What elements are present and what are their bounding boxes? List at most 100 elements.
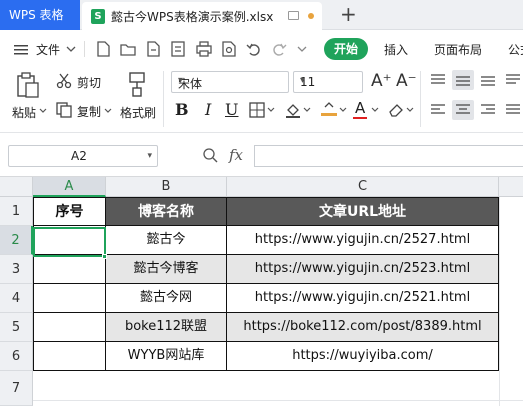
divider bbox=[163, 71, 164, 127]
undo-icon[interactable] bbox=[246, 41, 262, 57]
table-cell[interactable] bbox=[33, 284, 106, 313]
select-all-corner[interactable] bbox=[0, 177, 33, 197]
wrap-text-icon[interactable] bbox=[506, 74, 520, 86]
name-box[interactable]: A2 ▾ bbox=[8, 145, 158, 167]
paste-chevron-icon[interactable] bbox=[39, 108, 47, 114]
table-cell[interactable]: 懿古今网 bbox=[106, 284, 227, 313]
window-icon[interactable] bbox=[288, 11, 299, 20]
align-middle-icon[interactable] bbox=[456, 74, 470, 86]
row-header-2[interactable]: 2 bbox=[0, 226, 33, 255]
table-cell[interactable]: WYYB网站库 bbox=[106, 342, 227, 371]
new-file-icon[interactable] bbox=[96, 41, 110, 57]
table-cell[interactable]: boke112联盟 bbox=[106, 313, 227, 342]
table-cell[interactable]: https://www.yigujin.cn/2523.html bbox=[227, 255, 499, 284]
gridline bbox=[499, 197, 500, 406]
copy-icon[interactable] bbox=[56, 102, 72, 118]
chevron-down-icon: ▾ bbox=[178, 75, 184, 86]
row-header-4[interactable]: 4 bbox=[0, 284, 33, 313]
fill-chevron-icon[interactable] bbox=[303, 107, 311, 113]
align-center-icon[interactable] bbox=[456, 104, 470, 116]
chevron-down-icon[interactable] bbox=[66, 45, 76, 53]
table-cell[interactable] bbox=[33, 255, 106, 284]
increase-font-size-icon[interactable]: A⁺ bbox=[371, 71, 392, 91]
tab-page-layout[interactable]: 页面布局 bbox=[434, 41, 482, 58]
fill-handle[interactable] bbox=[102, 254, 107, 259]
copy-chevron-icon[interactable] bbox=[104, 108, 112, 114]
column-header-a[interactable]: A bbox=[33, 177, 106, 197]
font-color-chevron-icon[interactable] bbox=[371, 107, 379, 113]
tab-home[interactable]: 开始 bbox=[324, 38, 368, 60]
fill-color-icon[interactable] bbox=[285, 102, 301, 118]
formula-input[interactable] bbox=[254, 145, 523, 167]
borders-chevron-icon[interactable] bbox=[267, 107, 275, 113]
chevron-down-icon: ▾ bbox=[147, 151, 152, 161]
header-cell[interactable]: 博客名称 bbox=[106, 197, 227, 226]
table-cell[interactable]: https://boke112.com/post/8389.html bbox=[227, 313, 499, 342]
cell-style-chevron-icon[interactable] bbox=[339, 107, 347, 113]
justify-icon[interactable] bbox=[506, 104, 520, 116]
align-left-icon[interactable] bbox=[431, 104, 445, 116]
row-header-5[interactable]: 5 bbox=[0, 313, 33, 342]
borders-icon[interactable] bbox=[249, 102, 265, 118]
font-color-swatch bbox=[353, 117, 367, 119]
row-header-6[interactable]: 6 bbox=[0, 342, 33, 371]
tab-insert[interactable]: 插入 bbox=[384, 41, 408, 58]
row-header-7[interactable]: 7 bbox=[0, 371, 33, 406]
tab-formulas[interactable]: 公式 bbox=[508, 41, 523, 58]
font-name-select[interactable]: 宋体 ▾ bbox=[171, 71, 289, 93]
header-cell[interactable]: 文章URL地址 bbox=[227, 197, 499, 226]
hamburger-icon[interactable] bbox=[14, 44, 28, 56]
formula-bar: A2 ▾ fx bbox=[0, 133, 523, 177]
paste-icon[interactable] bbox=[17, 72, 39, 98]
row-header-3[interactable]: 3 bbox=[0, 255, 33, 284]
chevron-down-icon: ▾ bbox=[300, 75, 306, 86]
scissors-icon[interactable] bbox=[56, 73, 72, 89]
active-cell-selection[interactable] bbox=[33, 227, 106, 257]
column-header-b[interactable]: B bbox=[106, 177, 227, 197]
table-cell[interactable]: https://www.yigujin.cn/2521.html bbox=[227, 284, 499, 313]
decrease-font-size-icon[interactable]: A⁻ bbox=[396, 71, 417, 91]
function-icon[interactable]: fx bbox=[229, 146, 243, 164]
export-pdf-icon[interactable] bbox=[170, 41, 186, 57]
eraser-chevron-icon[interactable] bbox=[406, 107, 414, 113]
new-tab-button[interactable]: + bbox=[340, 2, 357, 26]
cell-style-icon[interactable] bbox=[320, 100, 338, 118]
format-painter-icon[interactable] bbox=[128, 72, 146, 98]
row-header-1[interactable]: 1 bbox=[0, 197, 33, 226]
font-size-select[interactable]: 11 ▾ bbox=[293, 71, 363, 93]
save-icon[interactable] bbox=[146, 41, 160, 57]
zoom-icon[interactable] bbox=[202, 147, 218, 163]
unsaved-dot-icon bbox=[308, 13, 314, 19]
open-folder-icon[interactable] bbox=[120, 41, 136, 57]
file-menu[interactable]: 文件 bbox=[36, 41, 60, 58]
table-cell[interactable] bbox=[33, 313, 106, 342]
format-painter-button[interactable]: 格式刷 bbox=[120, 104, 156, 121]
print-preview-icon[interactable] bbox=[221, 41, 237, 57]
document-tab[interactable]: S 懿古今WPS表格演示案例.xlsx bbox=[82, 2, 322, 30]
menu-bar: 文件 开始 插入 页面布局 公式 bbox=[0, 31, 523, 67]
app-tab[interactable]: WPS 表格 bbox=[0, 0, 80, 30]
quick-access-chevron-icon[interactable] bbox=[297, 45, 307, 53]
table-cell[interactable] bbox=[33, 342, 106, 371]
align-right-icon[interactable] bbox=[481, 104, 495, 116]
table-cell[interactable]: https://www.yigujin.cn/2527.html bbox=[227, 226, 499, 255]
column-header-c[interactable]: C bbox=[227, 177, 499, 197]
font-color-icon[interactable]: A bbox=[355, 99, 365, 117]
align-top-icon[interactable] bbox=[431, 74, 445, 86]
column-header-d[interactable] bbox=[499, 177, 523, 197]
document-tab-label: 懿古今WPS表格演示案例.xlsx bbox=[111, 10, 274, 24]
align-bottom-icon[interactable] bbox=[481, 74, 495, 86]
table-cell[interactable]: https://wuyiyiba.com/ bbox=[227, 342, 499, 371]
print-icon[interactable] bbox=[196, 41, 212, 57]
italic-icon[interactable]: I bbox=[205, 100, 211, 119]
copy-button[interactable]: 复制 bbox=[77, 103, 101, 120]
header-cell[interactable]: 序号 bbox=[33, 197, 106, 226]
table-cell[interactable]: 懿古今博客 bbox=[106, 255, 227, 284]
paste-button[interactable]: 粘贴 bbox=[12, 104, 36, 121]
bold-icon[interactable]: B bbox=[175, 100, 189, 119]
underline-icon[interactable]: U bbox=[225, 100, 238, 119]
redo-icon[interactable] bbox=[271, 41, 287, 57]
eraser-icon[interactable] bbox=[388, 102, 404, 118]
table-cell[interactable]: 懿古今 bbox=[106, 226, 227, 255]
cut-button[interactable]: 剪切 bbox=[77, 74, 101, 91]
